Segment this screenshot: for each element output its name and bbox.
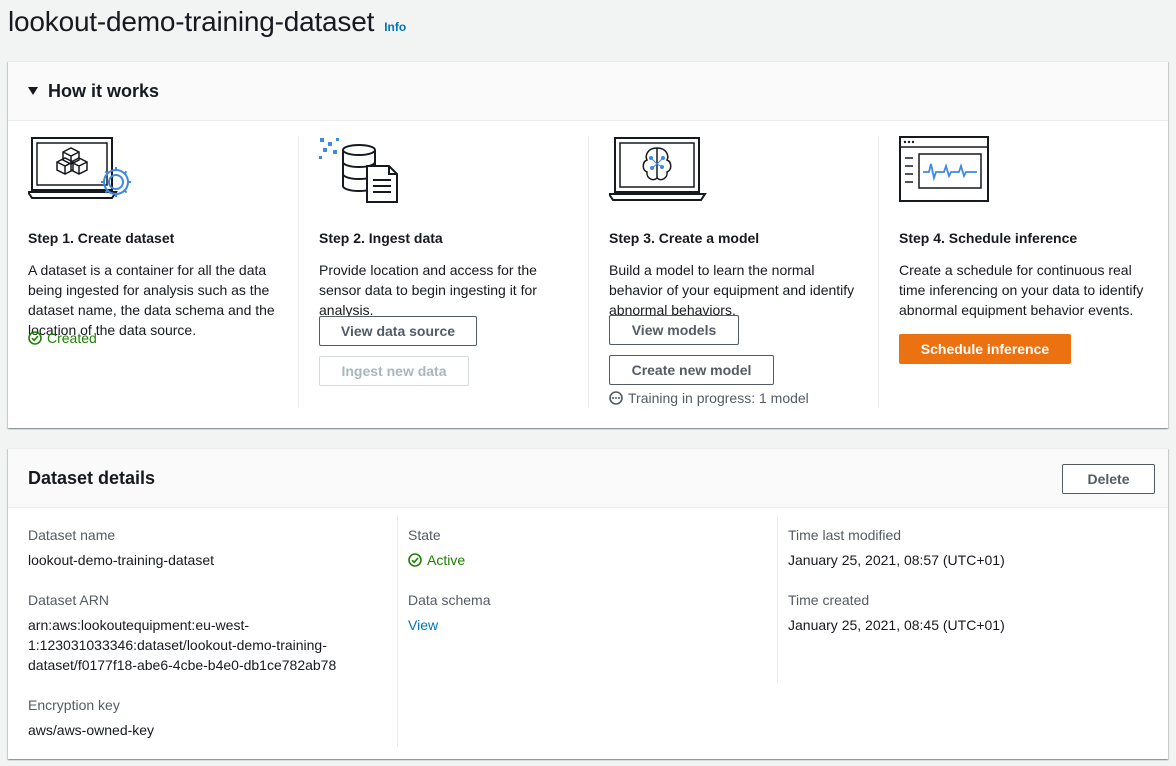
dataset-details-header: Dataset details xyxy=(8,449,1168,508)
dataset-arn-field: Dataset ARN arn:aws:lookoutequipment:eu-… xyxy=(28,590,368,675)
check-circle-icon xyxy=(408,553,422,567)
state-value: Active xyxy=(408,550,748,570)
time-created-label: Time created xyxy=(788,592,870,608)
step-create-dataset: Step 1. Create dataset A dataset is a co… xyxy=(28,136,298,408)
ingest-data-icon xyxy=(319,138,398,203)
step-4-description: Create a schedule for continuous real ti… xyxy=(899,262,1144,318)
data-schema-label: Data schema xyxy=(408,592,491,608)
dataset-details-title: Dataset details xyxy=(28,467,156,488)
arn-line: 1:123031033346:dataset/lookout-demo-trai… xyxy=(28,637,327,653)
step-3-description: Build a model to learn the normal behavi… xyxy=(609,262,855,318)
view-models-button[interactable]: View models xyxy=(609,315,739,345)
check-circle-icon xyxy=(28,331,42,345)
step-ingest-data: Step 2. Ingest data Provide location and… xyxy=(319,136,589,408)
state-field: State Active xyxy=(408,525,748,570)
ingest-new-data-button[interactable]: Ingest new data xyxy=(319,356,469,386)
inference-dashboard-icon xyxy=(899,136,989,202)
step-schedule-inference: Step 4. Schedule inference Create a sche… xyxy=(899,136,1169,408)
view-data-source-button[interactable]: View data source xyxy=(319,316,477,346)
caret-down-icon[interactable] xyxy=(28,87,38,95)
column-divider xyxy=(777,515,778,683)
dataset-name-label: Dataset name xyxy=(28,527,116,543)
how-it-works-header[interactable]: How it works xyxy=(8,62,1168,121)
encryption-key-label: Encryption key xyxy=(28,697,120,713)
info-link[interactable]: Info xyxy=(384,20,406,34)
page-title: lookout-demo-training-dataset xyxy=(8,6,375,37)
step-4-title: Step 4. Schedule inference xyxy=(899,230,1078,246)
encryption-key-value: aws/aws-owned-key xyxy=(28,722,155,738)
step-divider xyxy=(298,136,299,408)
how-it-works-title: How it works xyxy=(48,80,160,101)
time-modified-label: Time last modified xyxy=(788,527,902,543)
created-status: Created xyxy=(28,330,97,346)
arn-line: dataset/f0177f18-abe6-4cbe-b4e0-db1ce782… xyxy=(28,657,337,673)
training-status-label: Training in progress: 1 model xyxy=(628,390,809,406)
time-modified-value: January 25, 2021, 08:57 (UTC+01) xyxy=(788,552,1005,568)
column-divider xyxy=(397,515,398,747)
step-1-title: Step 1. Create dataset xyxy=(28,230,175,246)
time-created-value: January 25, 2021, 08:45 (UTC+01) xyxy=(788,617,1005,633)
time-modified-field: Time last modified January 25, 2021, 08:… xyxy=(788,525,1128,570)
how-it-works-panel: How it works Step 1. Create dataset A da… xyxy=(8,61,1168,428)
step-divider xyxy=(878,136,879,408)
encryption-key-field: Encryption key aws/aws-owned-key xyxy=(28,695,368,740)
arn-line: arn:aws:lookoutequipment:eu-west- xyxy=(28,617,250,633)
dataset-arn-value: arn:aws:lookoutequipment:eu-west- 1:1230… xyxy=(28,615,368,675)
view-schema-link[interactable]: View xyxy=(408,615,748,635)
dataset-laptop-icon xyxy=(28,137,131,199)
step-divider xyxy=(588,136,589,408)
dataset-name-field: Dataset name lookout-demo-training-datas… xyxy=(28,525,368,570)
page-header: lookout-demo-training-dataset Info xyxy=(8,6,406,46)
create-new-model-button[interactable]: Create new model xyxy=(609,355,774,385)
time-created-field: Time created January 25, 2021, 08:45 (UT… xyxy=(788,590,1128,635)
step-2-description: Provide location and access for the sens… xyxy=(319,262,537,318)
schedule-inference-button[interactable]: Schedule inference xyxy=(899,334,1071,364)
step-create-model: Step 3. Create a model Build a model to … xyxy=(609,136,879,408)
step-3-title: Step 3. Create a model xyxy=(609,230,760,246)
created-status-label: Created xyxy=(47,330,97,346)
dataset-name-value: lookout-demo-training-dataset xyxy=(28,552,214,568)
state-text: Active xyxy=(427,552,466,568)
state-label: State xyxy=(408,527,441,543)
model-laptop-icon xyxy=(609,137,707,201)
training-status: Training in progress: 1 model xyxy=(609,390,809,406)
step-1-description: A dataset is a container for all the dat… xyxy=(28,262,275,338)
data-schema-field: Data schema View xyxy=(408,590,748,635)
delete-button[interactable]: Delete xyxy=(1062,464,1155,494)
dataset-arn-label: Dataset ARN xyxy=(28,592,109,608)
step-2-title: Step 2. Ingest data xyxy=(319,230,443,246)
dataset-details-panel: Dataset details Delete Dataset name look… xyxy=(8,448,1168,759)
in-progress-icon xyxy=(609,391,623,405)
